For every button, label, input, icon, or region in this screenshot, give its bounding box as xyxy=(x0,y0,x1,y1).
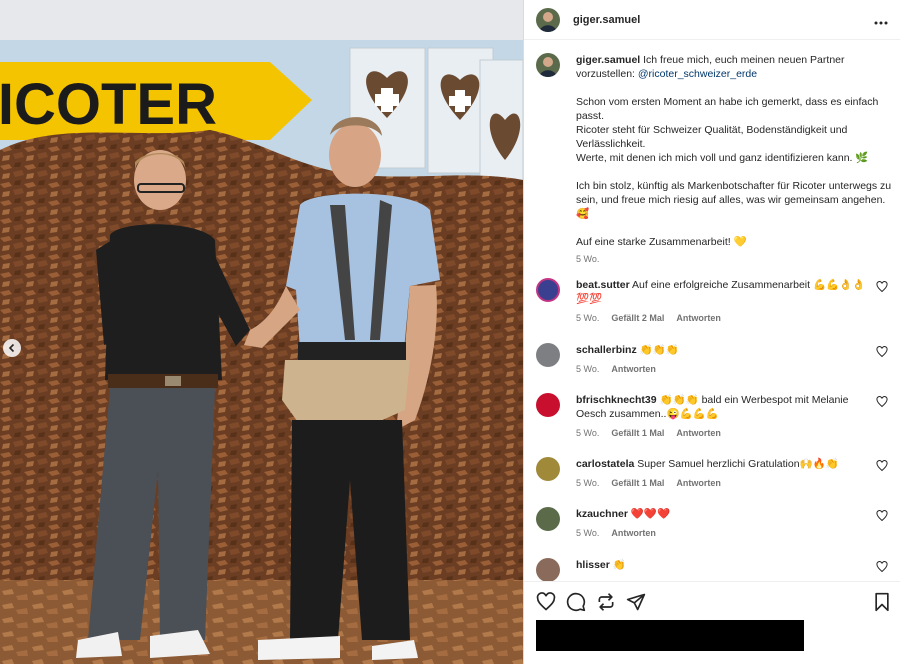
chevron-left-icon xyxy=(8,343,15,353)
comment-username[interactable]: kzauchner xyxy=(576,508,628,520)
comment-like-button[interactable] xyxy=(876,510,888,522)
comment-likes[interactable]: Gefällt 1 Mal xyxy=(611,428,664,438)
caption-paragraph: Werte, mit denen ich mich voll und ganz … xyxy=(576,152,869,164)
carousel-prev-button[interactable] xyxy=(3,339,21,357)
reply-button[interactable]: Antworten xyxy=(676,313,721,323)
post-actions-bar xyxy=(524,581,900,621)
comment-text: Super Samuel herzlichi Gratulation🙌🔥👏 xyxy=(637,458,839,470)
comment-avatar[interactable] xyxy=(536,507,560,531)
comment-timestamp: 5 Wo. xyxy=(576,478,600,488)
post-sidebar: giger.samuel giger.samuel Ich freue mich… xyxy=(523,0,900,664)
caption-paragraph: Ricoter steht für Schweizer Qualität, Bo… xyxy=(576,124,848,150)
photo-scene: RICOTER xyxy=(0,0,523,664)
post-photo[interactable]: RICOTER xyxy=(0,0,523,664)
comment-like-button[interactable] xyxy=(876,281,888,293)
comment-text: 👏 xyxy=(612,559,626,571)
comment-like-button[interactable] xyxy=(876,561,888,573)
caption-avatar[interactable] xyxy=(536,53,560,77)
caption-timestamp: 5 Wo. xyxy=(576,254,600,264)
comment-username[interactable]: carlostatela xyxy=(576,458,634,470)
comments-section[interactable]: giger.samuel Ich freue mich, euch meinen… xyxy=(524,41,900,581)
author-username[interactable]: giger.samuel xyxy=(573,14,640,26)
comment-username[interactable]: hlisser xyxy=(576,559,610,571)
caption-paragraph: Ich bin stolz, künftig als Markenbotscha… xyxy=(576,180,892,220)
comment-timestamp: 5 Wo. xyxy=(576,428,600,438)
reply-button[interactable]: Antworten xyxy=(611,364,656,374)
caption-username[interactable]: giger.samuel xyxy=(576,54,640,66)
comment-avatar[interactable] xyxy=(536,343,560,367)
reply-button[interactable]: Antworten xyxy=(676,478,721,488)
comment-like-button[interactable] xyxy=(876,396,888,408)
comment-text: 👏👏👏 xyxy=(639,344,679,356)
comment-likes[interactable]: Gefällt 2 Mal xyxy=(611,313,664,323)
reply-button[interactable]: Antworten xyxy=(676,428,721,438)
comment-username[interactable]: beat.sutter xyxy=(576,279,630,291)
comment-username[interactable]: schallerbinz xyxy=(576,344,637,356)
redacted-block xyxy=(536,620,804,651)
caption-paragraph: Schon vom ersten Moment an habe ich geme… xyxy=(576,96,879,122)
more-options-button[interactable] xyxy=(874,12,888,28)
comment-timestamp: 5 Wo. xyxy=(576,313,600,323)
comment-avatar[interactable] xyxy=(536,278,560,302)
caption-mention-link[interactable]: @ricoter_schweizer_erde xyxy=(638,68,757,80)
comment-text: ❤️❤️❤️ xyxy=(630,508,671,520)
ricoter-logo-text: RICOTER xyxy=(0,72,217,137)
author-avatar[interactable] xyxy=(536,7,560,32)
comment-likes[interactable]: Gefällt 1 Mal xyxy=(611,478,664,488)
comment-like-button[interactable] xyxy=(876,346,888,358)
send-icon[interactable] xyxy=(626,592,646,612)
comment-avatar[interactable] xyxy=(536,457,560,481)
heart-icon[interactable] xyxy=(536,592,556,612)
more-horizontal-icon xyxy=(874,21,888,24)
comment-avatar[interactable] xyxy=(536,558,560,581)
comment-like-button[interactable] xyxy=(876,460,888,472)
comment-username[interactable]: bfrischknecht39 xyxy=(576,394,657,406)
post-header: giger.samuel xyxy=(524,0,900,40)
comment-timestamp: 5 Wo. xyxy=(576,528,600,538)
caption-paragraph: Auf eine starke Zusammenarbeit! 💛 xyxy=(576,236,747,248)
repost-icon[interactable] xyxy=(596,592,616,612)
comment-icon[interactable] xyxy=(566,592,586,612)
comment-timestamp: 5 Wo. xyxy=(576,364,600,374)
reply-button[interactable]: Antworten xyxy=(611,528,656,538)
bookmark-icon[interactable] xyxy=(872,592,892,612)
comment-avatar[interactable] xyxy=(536,393,560,417)
